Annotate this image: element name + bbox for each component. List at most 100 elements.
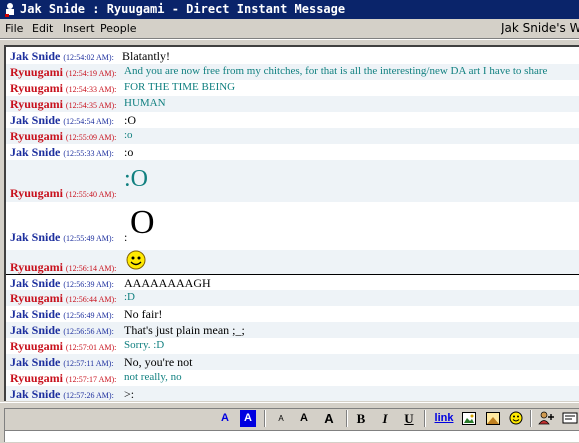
message-text: Blatantly! (122, 49, 170, 63)
message-row: Jak Snide (12:56:49 AM): No fair! (6, 306, 579, 322)
message-text: Sorry. :D (124, 339, 165, 351)
toolbar-separator (346, 410, 348, 427)
buddy-info-icon[interactable] (562, 411, 578, 425)
message-row: Ryuugami (12:54:33 AM): FOR THE TIME BEI… (6, 80, 579, 96)
timestamp: (12:54:54 AM): (63, 117, 114, 126)
timestamp: (12:55:09 AM): (65, 133, 117, 142)
message-text: :O (124, 166, 148, 192)
timestamp: (12:54:33 AM): (65, 85, 117, 94)
sender-name: Jak Snide (12:57:26 AM): (10, 387, 114, 401)
timestamp: (12:54:35 AM): (65, 101, 117, 110)
message-row: Jak Snide (12:56:39 AM): AAAAAAAAGH (6, 274, 579, 291)
big-message-text: O (130, 204, 155, 241)
timestamp: (12:57:01 AM): (65, 343, 117, 352)
message-text: And you are now free from my chitches, f… (124, 65, 548, 77)
insert-smiley-icon[interactable] (509, 411, 523, 425)
message-text: No, you're not (124, 355, 193, 369)
message-text: HUMAN (124, 97, 166, 109)
normal-font-button[interactable]: A (297, 410, 311, 427)
message-row: Jak Snide (12:57:26 AM): >: (6, 386, 579, 401)
buddy-info-label: Jak Snide's W... (501, 21, 579, 35)
message-row: Ryuugami (12:55:09 AM): :o (6, 128, 579, 144)
sender-name: Ryuugami (12:56:44 AM): (10, 291, 117, 305)
text-color-button[interactable]: A (218, 410, 232, 427)
timestamp: (12:57:17 AM): (65, 375, 117, 384)
sender-name: Jak Snide (12:54:54 AM): (10, 113, 114, 127)
bold-button[interactable]: B (354, 410, 368, 427)
sender-name: Ryuugami (12:55:09 AM): (10, 129, 117, 143)
menu-file[interactable]: File (5, 19, 23, 38)
sender-name: Ryuugami (12:56:14 AM): (10, 260, 117, 274)
timestamp: (12:56:44 AM): (65, 295, 117, 304)
sender-name: Jak Snide (12:57:11 AM): (10, 355, 114, 369)
toolbar-separator (530, 410, 532, 427)
sender-name: Ryuugami (12:55:40 AM): (10, 186, 117, 200)
timestamp: (12:57:11 AM): (63, 359, 114, 368)
message-row: Ryuugami (12:55:40 AM): :O (6, 160, 579, 202)
timestamp: (12:56:49 AM): (63, 311, 114, 320)
message-input[interactable] (4, 430, 579, 442)
add-buddy-icon[interactable] (538, 411, 556, 425)
sender-name: Jak Snide (12:56:39 AM): (10, 276, 114, 290)
sender-name: Ryuugami (12:57:01 AM): (10, 339, 117, 353)
background-color-button[interactable]: A (240, 410, 256, 427)
smaller-font-button[interactable]: A (272, 410, 290, 427)
message-text: :D (124, 291, 135, 303)
message-text: :o (124, 145, 134, 159)
italic-button[interactable]: I (378, 410, 392, 427)
sender-name: Ryuugami (12:57:17 AM): (10, 371, 117, 385)
message-row: Jak Snide (12:56:56 AM): That's just pla… (6, 322, 579, 338)
menu-insert[interactable]: Insert (63, 19, 95, 38)
sender-name: Jak Snide (12:54:02 AM): (10, 49, 114, 63)
message-row: Jak Snide (12:54:02 AM): Blatantly! (6, 48, 579, 64)
link-button[interactable]: link (432, 410, 456, 427)
menu-divider (0, 38, 579, 40)
message-text: : (124, 230, 128, 244)
message-text: :O (124, 113, 136, 127)
message-row: Ryuugami (12:54:35 AM): HUMAN (6, 96, 579, 112)
message-text: not really, no (124, 371, 182, 383)
message-row: Ryuugami (12:57:01 AM): Sorry. :D (6, 338, 579, 354)
timestamp: (12:54:19 AM): (65, 69, 117, 78)
timestamp: (12:54:02 AM): (63, 53, 114, 62)
timestamp: (12:55:49 AM): (63, 234, 114, 243)
timestamp: (12:56:14 AM): (65, 264, 117, 273)
message-row: Jak Snide (12:54:54 AM): :O (6, 112, 579, 128)
message-row: Ryuugami (12:54:19 AM): And you are now … (6, 64, 579, 80)
menu-bar: File Edit Insert People Jak Snide's W... (0, 19, 579, 38)
timestamp: (12:56:39 AM): (63, 280, 114, 289)
message-row: Ryuugami (12:56:44 AM): :D (6, 290, 579, 306)
timestamp: (12:57:26 AM): (63, 391, 114, 400)
sender-name: Jak Snide (12:56:49 AM): (10, 307, 114, 321)
larger-font-button[interactable]: A (318, 410, 340, 427)
underline-button[interactable]: U (402, 410, 416, 427)
window-title: Jak Snide : Ryuugami - Direct Instant Me… (20, 2, 346, 16)
toolbar-separator (264, 410, 266, 427)
message-text: :o (124, 129, 133, 141)
message-text: No fair! (124, 307, 163, 321)
conversation-pane[interactable]: Jak Snide (12:54:02 AM): Blatantly! Ryuu… (4, 45, 579, 401)
sender-name: Jak Snide (12:55:49 AM): (10, 230, 114, 244)
sender-name: Jak Snide (12:56:56 AM): (10, 323, 114, 337)
message-row: Jak Snide (12:57:11 AM): No, you're not (6, 354, 579, 370)
menu-people[interactable]: People (100, 19, 137, 38)
sender-name: Ryuugami (12:54:33 AM): (10, 81, 117, 95)
smiley-icon (126, 250, 146, 270)
sender-name: Ryuugami (12:54:19 AM): (10, 65, 117, 79)
title-bar[interactable]: Jak Snide : Ryuugami - Direct Instant Me… (0, 0, 579, 19)
insert-background-icon[interactable] (486, 412, 500, 425)
toolbar-separator (424, 410, 426, 427)
insert-picture-icon[interactable] (462, 412, 476, 425)
message-row: Ryuugami (12:56:14 AM): (6, 250, 579, 274)
timestamp: (12:55:33 AM): (63, 149, 114, 158)
menu-edit[interactable]: Edit (32, 19, 53, 38)
timestamp: (12:55:40 AM): (65, 190, 117, 199)
message-text: >: (124, 387, 135, 401)
message-row: Ryuugami (12:57:17 AM): not really, no (6, 370, 579, 386)
sender-name: Ryuugami (12:54:35 AM): (10, 97, 117, 111)
timestamp: (12:56:56 AM): (63, 327, 114, 336)
message-row: Jak Snide (12:55:49 AM): : O (6, 202, 579, 250)
message-text: FOR THE TIME BEING (124, 81, 236, 93)
sender-name: Jak Snide (12:55:33 AM): (10, 145, 114, 159)
message-text: AAAAAAAAGH (124, 276, 211, 290)
